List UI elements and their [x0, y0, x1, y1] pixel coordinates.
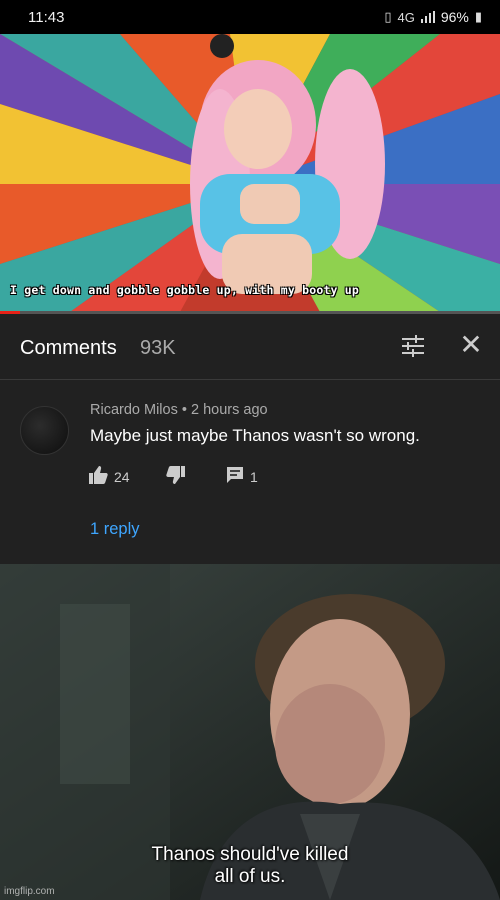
comment-item: Ricardo Milos • 2 hours ago Maybe just m…: [0, 380, 500, 564]
video-caption: I get down and gobble gobble up, with my…: [10, 283, 360, 297]
meme-caption: Thanos should've killed all of us.: [0, 844, 500, 888]
comment-author[interactable]: Ricardo Milos: [90, 402, 178, 418]
vibrate-icon: ▯: [384, 9, 392, 24]
video-frame-illustration: [0, 34, 500, 312]
meme-caption-line2: all of us.: [214, 866, 286, 887]
status-bar: 11:43 ▯ 4G 96% ▮: [0, 0, 500, 34]
like-count: 24: [114, 468, 130, 485]
view-replies-link[interactable]: 1 reply: [90, 520, 140, 539]
dislike-button[interactable]: [166, 466, 186, 487]
network-type: 4G: [397, 9, 415, 25]
like-button[interactable]: 24: [88, 466, 130, 487]
avatar[interactable]: [20, 406, 69, 455]
comment-text: Maybe just maybe Thanos wasn't so wrong.: [90, 426, 420, 445]
close-icon[interactable]: ✕: [458, 331, 484, 359]
comments-panel: Comments 93K ✕ Ricardo Milos • 2 hours a…: [0, 314, 500, 564]
video-player[interactable]: I get down and gobble gobble up, with my…: [0, 34, 500, 312]
comment-age: 2 hours ago: [190, 402, 268, 418]
reply-count: 1: [250, 468, 258, 485]
meme-image: Thanos should've killed all of us.: [0, 564, 500, 900]
meta-separator: •: [177, 402, 191, 418]
status-icons: ▯ 4G 96% ▮: [384, 9, 482, 25]
comment-actions: 24 1: [88, 466, 448, 490]
battery-level: 96%: [440, 9, 469, 25]
comments-title: Comments: [20, 337, 117, 359]
reply-button[interactable]: 1: [226, 466, 258, 487]
battery-icon: ▮: [474, 9, 482, 24]
thumbs-up-icon: [88, 466, 108, 487]
imgflip-watermark: imgflip.com: [4, 886, 55, 897]
status-time: 11:43: [28, 8, 65, 26]
reply-icon: [226, 466, 244, 487]
meme-caption-line1: Thanos should've killed: [151, 844, 349, 865]
comments-header: Comments 93K ✕: [0, 314, 500, 380]
thumbs-down-icon: [166, 466, 186, 487]
filter-icon[interactable]: [400, 334, 426, 358]
signal-icon: [420, 11, 435, 23]
comment-meta: Ricardo Milos • 2 hours ago: [90, 402, 268, 418]
comments-count: 93K: [140, 337, 176, 359]
